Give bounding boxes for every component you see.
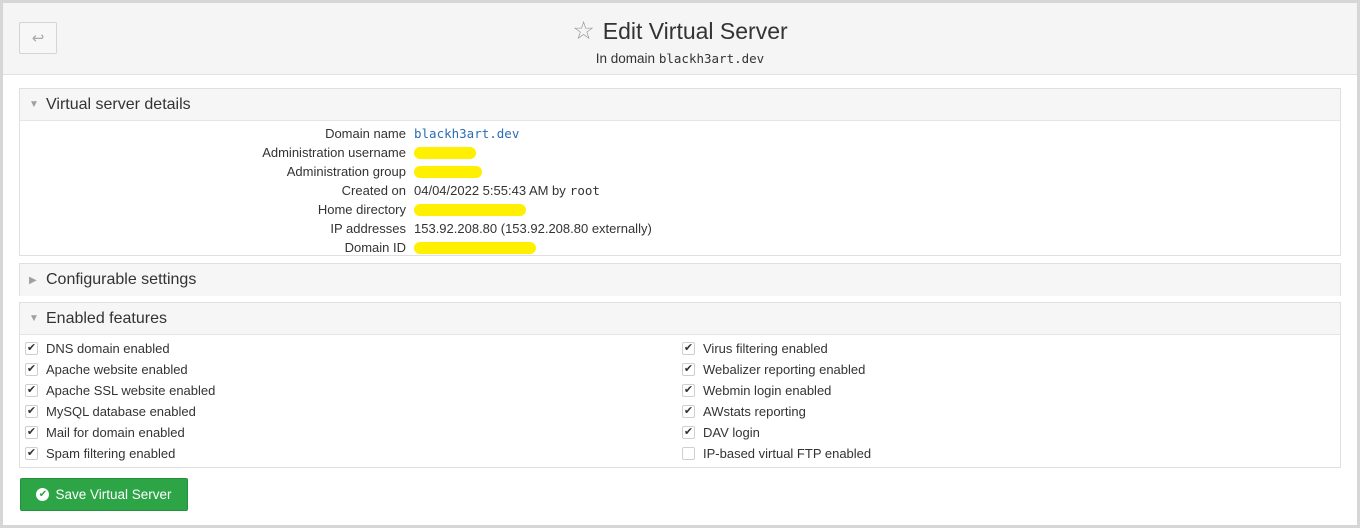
detail-label: Domain ID xyxy=(344,240,406,255)
detail-label: IP addresses xyxy=(330,221,406,236)
domain-name-link[interactable]: blackh3art.dev xyxy=(414,126,519,141)
feature-label: Webalizer reporting enabled xyxy=(703,362,866,377)
feature-label: Apache SSL website enabled xyxy=(46,383,216,398)
page-subtitle: In domain blackh3art.dev xyxy=(3,49,1357,69)
detail-label: Administration group xyxy=(286,164,406,179)
caret-down-icon: ▼ xyxy=(29,313,39,324)
features-grid: ✔ DNS domain enabled ✔ Apache website enabl… xyxy=(20,335,1340,464)
feature-checkbox[interactable]: ✔ xyxy=(25,426,38,439)
feature-label: Webmin login enabled xyxy=(703,383,832,398)
detail-row-admin-group: Administration group xyxy=(20,162,1340,181)
detail-label: Administration username xyxy=(262,145,406,160)
feature-label: DAV login xyxy=(703,425,760,440)
detail-row-domain-id: Domain ID xyxy=(20,238,1340,257)
detail-row-domain-name: Domain name blackh3art.dev xyxy=(20,124,1340,143)
feature-checkbox[interactable]: ✔ xyxy=(25,447,38,460)
page-title: Edit Virtual Server xyxy=(602,18,788,44)
detail-label: Created on xyxy=(341,183,406,198)
features-left-column: ✔ DNS domain enabled ✔ Apache website enabl… xyxy=(25,338,682,464)
ip-addresses-value: 153.92.208.80 (153.92.208.80 externally) xyxy=(414,221,652,236)
subtitle-prefix: In domain xyxy=(595,51,656,66)
features-right-column: ✔ Virus filtering enabled ✔ Webalizer repor… xyxy=(682,338,1339,464)
feature-label: Virus filtering enabled xyxy=(703,341,828,356)
feature-checkbox[interactable]: ✔ xyxy=(682,342,695,355)
feature-row: ✔ Spam filtering enabled xyxy=(25,443,682,464)
enabled-features-panel: ▼ Enabled features ✔ DNS domain enabled ✔ A… xyxy=(19,302,1341,468)
detail-row-created-on: Created on 04/04/2022 5:55:43 AM by root xyxy=(20,181,1340,200)
subtitle-domain: blackh3art.dev xyxy=(658,51,765,66)
panel-title: Configurable settings xyxy=(46,271,197,288)
feature-row: ✔ AWstats reporting xyxy=(682,401,1339,422)
feature-row: ✔ DAV login xyxy=(682,422,1339,443)
feature-row: ✔ Mail for domain enabled xyxy=(25,422,682,443)
detail-row-admin-username: Administration username xyxy=(20,143,1340,162)
feature-row: ✔ DNS domain enabled xyxy=(25,338,682,359)
virtual-server-details-header[interactable]: ▼ Virtual server details xyxy=(20,89,1340,121)
feature-row: ✔ Webalizer reporting enabled xyxy=(682,359,1339,380)
feature-row: ✔ Apache website enabled xyxy=(25,359,682,380)
feature-row: ✔ MySQL database enabled xyxy=(25,401,682,422)
redacted-value xyxy=(414,241,536,254)
feature-row: IP-based virtual FTP enabled xyxy=(682,443,1339,464)
check-circle-icon: ✔ xyxy=(36,488,50,501)
detail-row-home-directory: Home directory xyxy=(20,200,1340,219)
feature-label: Mail for domain enabled xyxy=(46,425,185,440)
save-virtual-server-button[interactable]: ✔ Save Virtual Server xyxy=(20,478,188,511)
configurable-settings-header[interactable]: ▶ Configurable settings xyxy=(20,264,1340,296)
feature-label: MySQL database enabled xyxy=(46,404,196,419)
feature-checkbox[interactable]: ✔ xyxy=(682,426,695,439)
detail-label: Domain name xyxy=(325,126,406,141)
feature-row: ✔ Webmin login enabled xyxy=(682,380,1339,401)
created-by-user: root xyxy=(569,183,600,198)
caret-right-icon: ▶ xyxy=(29,274,37,286)
feature-checkbox[interactable]: ✔ xyxy=(25,342,38,355)
details-table: Domain name blackh3art.dev Administratio… xyxy=(20,121,1340,257)
feature-checkbox[interactable]: ✔ xyxy=(25,384,38,397)
page-title-row: ☆ Edit Virtual Server xyxy=(572,17,787,45)
virtual-server-details-panel: ▼ Virtual server details Domain name bla… xyxy=(19,88,1341,256)
feature-label: AWstats reporting xyxy=(703,404,806,419)
feature-checkbox[interactable]: ✔ xyxy=(682,405,695,418)
feature-row: ✔ Apache SSL website enabled xyxy=(25,380,682,401)
page-header: ↩ ☆ Edit Virtual Server In domain blackh… xyxy=(3,3,1357,75)
feature-label: Apache website enabled xyxy=(46,362,188,377)
redacted-value xyxy=(414,165,482,178)
feature-checkbox[interactable] xyxy=(682,447,695,460)
redacted-value xyxy=(414,146,476,159)
feature-label: IP-based virtual FTP enabled xyxy=(703,446,872,461)
configurable-settings-panel: ▶ Configurable settings xyxy=(19,263,1341,296)
save-button-label: Save Virtual Server xyxy=(55,487,172,502)
detail-row-ip-addresses: IP addresses 153.92.208.80 (153.92.208.8… xyxy=(20,219,1340,238)
feature-checkbox[interactable]: ✔ xyxy=(682,384,695,397)
panel-title: Virtual server details xyxy=(46,95,191,113)
feature-row: ✔ Virus filtering enabled xyxy=(682,338,1339,359)
title-area: ☆ Edit Virtual Server In domain blackh3a… xyxy=(3,17,1357,69)
caret-down-icon: ▼ xyxy=(29,99,39,110)
star-outline-icon[interactable]: ☆ xyxy=(572,18,594,44)
feature-label: DNS domain enabled xyxy=(46,341,170,356)
feature-label: Spam filtering enabled xyxy=(46,446,176,461)
panel-title: Enabled features xyxy=(46,309,167,327)
feature-checkbox[interactable]: ✔ xyxy=(25,363,38,376)
detail-label: Home directory xyxy=(317,202,406,217)
page-frame: ↩ ☆ Edit Virtual Server In domain blackh… xyxy=(0,0,1360,528)
feature-checkbox[interactable]: ✔ xyxy=(682,363,695,376)
redacted-value xyxy=(414,203,526,216)
enabled-features-header[interactable]: ▼ Enabled features xyxy=(20,303,1340,335)
feature-checkbox[interactable]: ✔ xyxy=(25,405,38,418)
created-on-value: 04/04/2022 5:55:43 AM by xyxy=(414,183,566,198)
